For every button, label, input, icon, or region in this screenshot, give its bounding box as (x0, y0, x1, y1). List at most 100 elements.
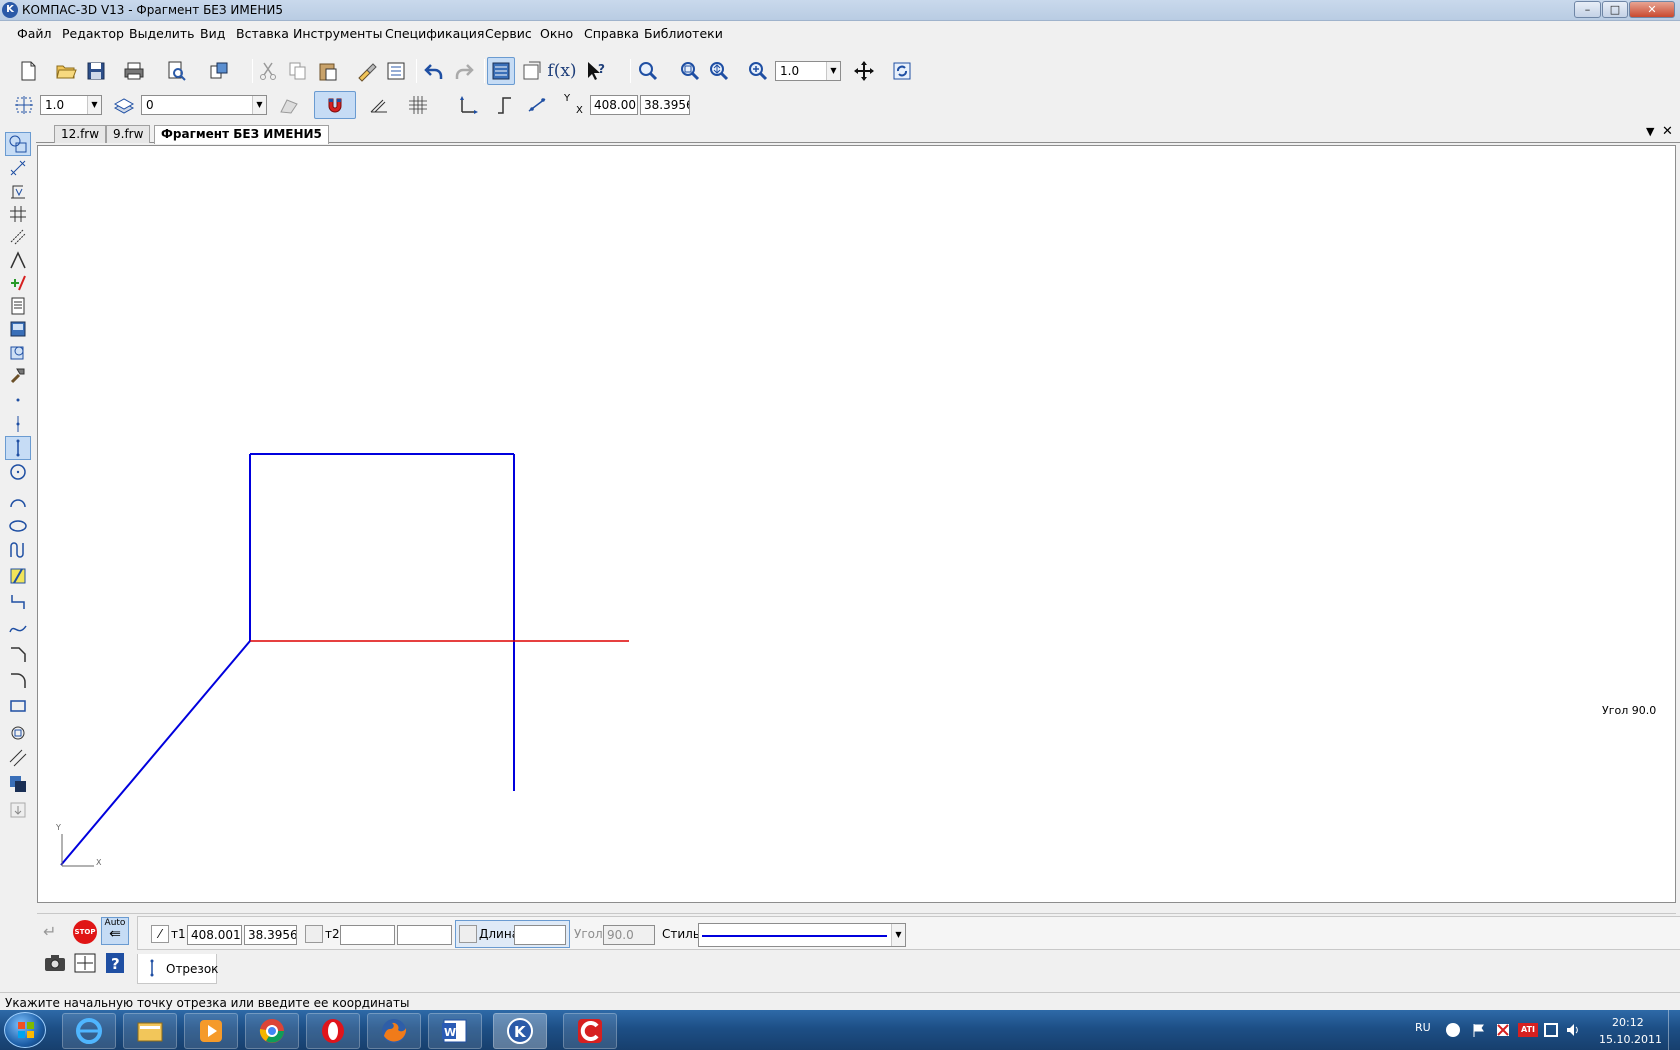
variables-icon[interactable] (518, 57, 546, 85)
chamfer-tool-icon[interactable] (5, 642, 31, 666)
ortho-mode-icon[interactable] (490, 91, 518, 119)
spec-panel-icon[interactable] (5, 294, 31, 318)
refresh-icon[interactable] (888, 57, 916, 85)
maximize-button[interactable]: □ (1602, 1, 1628, 18)
parametrization-panel-icon[interactable] (5, 225, 31, 249)
taskbar-firefox[interactable] (367, 1013, 421, 1049)
print-icon[interactable] (120, 57, 148, 85)
volume-icon[interactable] (1566, 1023, 1580, 1037)
start-button[interactable] (4, 1012, 46, 1048)
ellipse-tool-icon[interactable] (5, 514, 31, 538)
aux-line-tool-icon[interactable] (5, 412, 31, 436)
return-arrow-icon[interactable]: ↵ (43, 922, 69, 942)
geometry-panel-icon[interactable] (5, 132, 31, 156)
layer-icon[interactable] (110, 91, 138, 119)
minimize-button[interactable]: – (1574, 1, 1601, 18)
taskbar-opera[interactable] (306, 1013, 360, 1049)
drawing-canvas[interactable]: X Y Угол 90.0 (37, 145, 1676, 903)
zoom-dynamic-icon[interactable] (705, 57, 733, 85)
length-lock-icon[interactable] (459, 925, 477, 943)
menu-tools[interactable]: Инструменты (293, 26, 382, 41)
menu-service[interactable]: Сервис (485, 26, 532, 41)
zoom-in-icon[interactable] (744, 57, 772, 85)
contour-tool-icon[interactable] (5, 720, 31, 744)
taskbar-media[interactable] (184, 1013, 238, 1049)
fill-tool-icon[interactable] (5, 772, 31, 796)
close-button[interactable]: ✕ (1629, 1, 1675, 18)
menu-select[interactable]: Выделить (129, 26, 195, 41)
zoom-box-icon[interactable] (676, 57, 704, 85)
paste-icon[interactable] (314, 57, 342, 85)
taskbar-explorer[interactable] (123, 1013, 177, 1049)
taskbar-ascon[interactable] (563, 1013, 617, 1049)
new-file-icon[interactable] (14, 57, 42, 85)
kompas-app-icon[interactable]: K (2, 2, 18, 18)
bezier-tool-icon[interactable] (5, 616, 31, 640)
pan-icon[interactable] (850, 57, 878, 85)
designations-panel-icon[interactable] (5, 179, 31, 203)
language-indicator[interactable]: RU (1415, 1021, 1431, 1034)
tools-panel-icon[interactable] (5, 363, 31, 387)
preview-icon[interactable] (162, 57, 190, 85)
tray-app-icon[interactable] (1446, 1023, 1460, 1037)
t2-x-field[interactable] (340, 925, 395, 945)
zoom-scale-select[interactable]: 1.0 ▼ (775, 61, 841, 81)
coord-y-field[interactable]: 38.3956 (640, 95, 690, 115)
network-alert-icon[interactable] (1496, 1023, 1510, 1037)
angle-field[interactable]: 90.0 (603, 925, 655, 945)
diagonal-line[interactable] (60, 640, 251, 866)
view-orientation-icon[interactable] (275, 91, 303, 119)
menu-view[interactable]: Вид (200, 26, 225, 41)
save-icon[interactable] (82, 57, 110, 85)
parametric-mode-icon[interactable] (523, 91, 551, 119)
t1-snap-icon[interactable]: ⁄ (151, 925, 169, 943)
equidistant-tool-icon[interactable] (5, 746, 31, 770)
show-desktop-button[interactable] (1668, 1010, 1680, 1050)
menu-specification[interactable]: Спецификация (385, 26, 484, 41)
clock-date[interactable]: 15.10.2011 (1599, 1033, 1662, 1046)
step-cursor-icon[interactable] (10, 91, 38, 119)
collect-contour-icon[interactable] (5, 798, 31, 822)
manager-icon[interactable] (487, 57, 515, 85)
editing-panel-icon[interactable] (5, 202, 31, 226)
tabs-menu-icon[interactable]: ▼ (1646, 125, 1654, 138)
ortho-icon[interactable] (364, 91, 392, 119)
undo-icon[interactable] (420, 57, 448, 85)
t2-y-field[interactable] (397, 925, 452, 945)
copy-icon[interactable] (284, 57, 312, 85)
cursor-step-select[interactable]: 1.0 ▼ (40, 95, 102, 115)
menu-help[interactable]: Справка (584, 26, 639, 41)
clock-time[interactable]: 20:12 (1612, 1016, 1644, 1029)
help-pointer-icon[interactable]: ? (582, 57, 610, 85)
format-brush-icon[interactable] (352, 57, 380, 85)
open-file-icon[interactable] (52, 57, 80, 85)
stop-button[interactable]: STOP (73, 920, 97, 944)
menu-libraries[interactable]: Библиотеки (644, 26, 723, 41)
camera-icon[interactable] (43, 952, 67, 974)
taskbar-chrome[interactable] (245, 1013, 299, 1049)
line-style-select[interactable]: ▼ (698, 923, 906, 947)
local-cs-icon[interactable] (454, 91, 482, 119)
arc-tool-icon[interactable] (5, 490, 31, 514)
spline-tool-icon[interactable] (5, 538, 31, 562)
point-tool-icon[interactable] (5, 388, 31, 412)
properties-icon[interactable] (382, 57, 410, 85)
export-icon[interactable] (205, 57, 233, 85)
layer-select[interactable]: 0 ▼ (141, 95, 267, 115)
tab-segment[interactable]: Отрезок (137, 954, 218, 984)
snap-magnet-icon[interactable] (314, 91, 356, 119)
t1-x-field[interactable]: 408.0010 (187, 925, 242, 945)
tab-fragment-active[interactable]: Фрагмент БЕЗ ИМЕНИ5 (154, 125, 329, 144)
menu-insert[interactable]: Вставка (236, 26, 289, 41)
ati-icon[interactable]: ATI (1518, 1023, 1538, 1037)
measure-panel-icon[interactable] (5, 248, 31, 272)
fit-frame-icon[interactable] (73, 952, 97, 974)
auto-create-button[interactable]: Auto ⇚ (101, 917, 129, 945)
tab-9-frw[interactable]: 9.frw (106, 125, 151, 143)
formula-button[interactable]: f(x) (547, 57, 576, 85)
cut-icon[interactable] (254, 57, 282, 85)
taskbar-kompas[interactable]: K (493, 1013, 547, 1049)
taskbar-word[interactable]: W (428, 1013, 482, 1049)
t2-snap-icon[interactable] (305, 925, 323, 943)
reports-panel-icon[interactable] (5, 317, 31, 341)
